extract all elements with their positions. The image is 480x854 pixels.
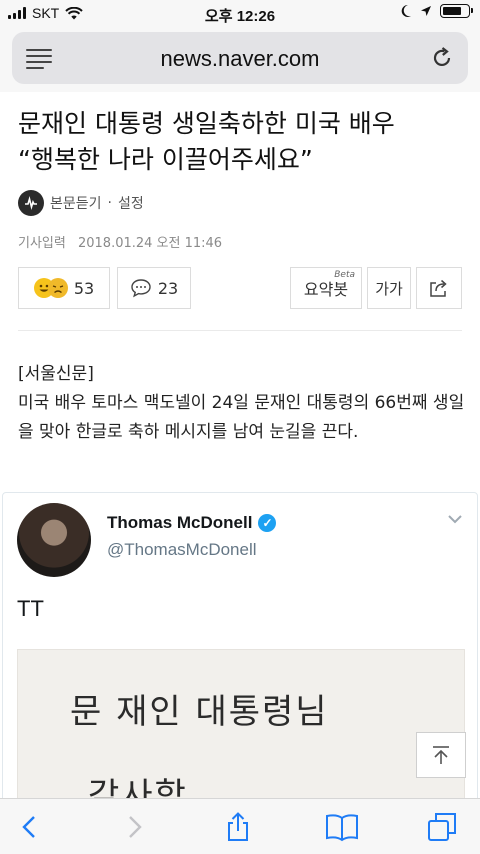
reaction-count: 53 [73,278,95,298]
share-icon [430,279,447,297]
separator-dot: · [107,195,112,211]
status-bar: SKT 오후 12:26 [0,0,480,28]
emoji-reactions-icon [33,278,68,298]
tabs-icon[interactable] [426,811,458,843]
chevron-left-icon[interactable] [14,811,46,843]
tweet-author-name[interactable]: Thomas McDonell ✓ [107,513,277,533]
handwriting-line-1: 문 재인 대통령님 [70,692,329,732]
tweet-author-handle[interactable]: @ThomasMcDonell [107,540,257,560]
book-icon[interactable] [324,811,360,843]
battery-level [443,7,461,15]
article-lead: 미국 배우 토마스 맥도넬이 24일 문재인 대통령의 66번째 생일을 맞아 … [18,393,465,442]
chevron-down-icon[interactable] [447,513,463,525]
browser-header: news.naver.com [0,28,480,92]
article-dateline: 기사입력 2018.01.24 오전 11:46 [18,232,222,251]
comment-button[interactable]: 23 [117,267,191,309]
article-source: [서울신문] [18,364,94,384]
summary-bot-button[interactable]: 요약봇 Beta [290,267,362,309]
chevron-right-icon[interactable] [118,811,150,843]
speech-bubble-icon [131,279,151,298]
share-button[interactable] [416,267,462,309]
listen-row: 본문듣기 · 설정 [18,190,144,216]
address-bar[interactable]: news.naver.com [12,32,468,84]
browser-toolbar [0,798,480,854]
audio-icon[interactable] [18,190,44,216]
arrow-up-icon [433,746,449,764]
beta-badge: Beta [334,270,355,280]
settings-link[interactable]: 설정 [118,193,144,213]
location-arrow-icon [421,6,431,16]
avatar[interactable] [17,503,91,577]
article-body: [서울신문] 미국 배우 토마스 맥도넬이 24일 문재인 대통령의 66번째 … [18,360,468,447]
moon-icon [401,4,411,17]
sad-emoji-icon [47,278,68,298]
reload-icon[interactable] [430,46,454,70]
status-right-group [400,4,473,18]
date-label: 기사입력 [18,236,66,251]
tweet-text: TT [17,596,44,621]
headline-line-2: “행복한 나라 이끌어주세요” [18,145,313,174]
listen-button[interactable]: 본문듣기 [50,193,102,213]
share-sheet-icon[interactable] [222,811,254,843]
headline-line-1: 문재인 대통령 생일축하한 미국 배우 [18,109,395,138]
font-size-button[interactable]: 가가 [367,267,411,309]
verified-badge-icon: ✓ [258,514,277,532]
divider [18,330,462,331]
article-headline: 문재인 대통령 생일축하한 미국 배우 “행복한 나라 이끌어주세요” [18,106,468,178]
battery-icon [440,4,473,18]
date-value: 2018.01.24 오전 11:46 [77,236,223,251]
tweet-author-name-text: Thomas McDonell [107,513,253,532]
reaction-button[interactable]: 53 [18,267,110,309]
audio-wave-glyph [25,195,37,211]
font-size-label: 가가 [375,279,403,298]
url-domain[interactable]: news.naver.com [12,46,468,72]
comment-count: 23 [157,278,179,298]
scroll-top-button[interactable] [416,732,466,778]
